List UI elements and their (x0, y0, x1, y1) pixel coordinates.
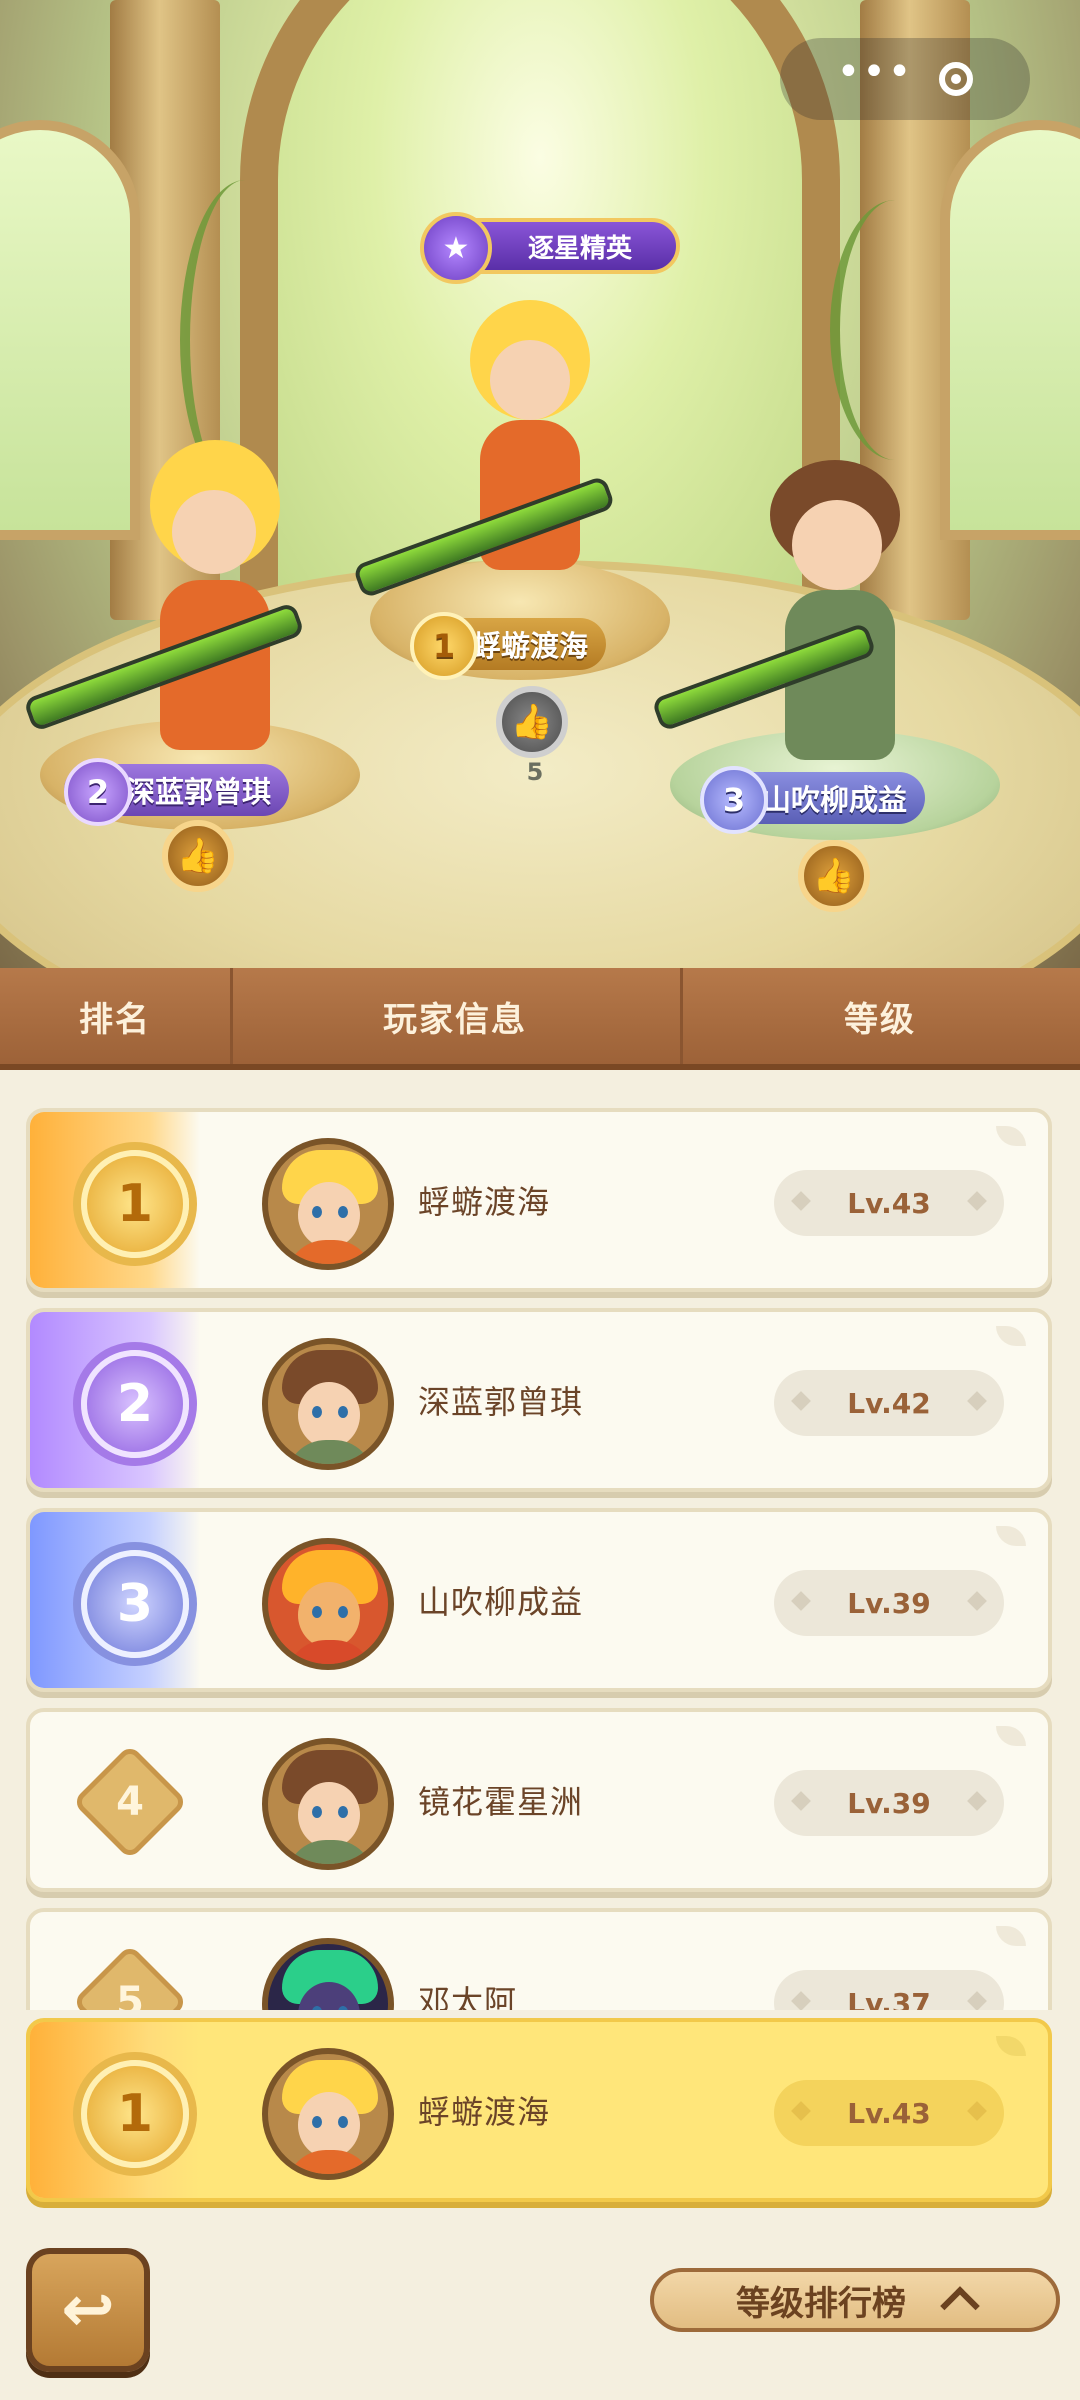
header-divider (230, 968, 233, 1064)
podium-name-second: 2 深蓝郭曾琪 (64, 758, 290, 826)
rank-diamond-icon: 5 (82, 1954, 178, 2010)
like-count-first: 5 (526, 758, 544, 786)
leaf-decoration (996, 1526, 1026, 1546)
blue-medal-icon: 3 (60, 1544, 210, 1664)
podium-title: 逐星精英 (527, 233, 632, 264)
purple-medal-icon: 2 (60, 1344, 210, 1464)
like-button-second[interactable]: 👍 (162, 820, 234, 892)
leaf-decoration (996, 1326, 1026, 1346)
level-badge: Lv.37 (774, 1970, 1004, 2010)
player-name: 邓太阿 (418, 1983, 518, 2010)
table-row[interactable]: 5 邓太阿 Lv.37 (26, 1908, 1052, 2010)
header-player: 玩家信息 (383, 999, 527, 1040)
back-arrow-icon: ↩ (61, 2273, 115, 2347)
avatar[interactable] (262, 1138, 394, 1270)
table-row[interactable]: 2 深蓝郭曾琪 Lv.42 (26, 1308, 1052, 1492)
more-dots-icon[interactable]: ••• (837, 52, 914, 92)
thumbs-up-icon: 👍 (812, 856, 856, 896)
podium-player-name: 蜉蝣渡海 (472, 629, 589, 663)
player-name: 山吹柳成益 (418, 1583, 584, 1621)
podium-name-third: 3 山吹柳成益 (700, 766, 926, 834)
header-level: 等级 (844, 999, 916, 1040)
podium-name-first: 1 蜉蝣渡海 (410, 612, 607, 680)
header-divider (680, 968, 683, 1064)
hero-second[interactable] (110, 430, 310, 760)
rank-badge-second: 2 (64, 758, 132, 826)
header-rank: 排名 (79, 999, 151, 1040)
avatar[interactable] (262, 1738, 394, 1870)
leaf-decoration (996, 1126, 1026, 1146)
avatar[interactable] (262, 1338, 394, 1470)
level-badge: Lv.43 (774, 1170, 1004, 1236)
leaderboard-header: 排名 玩家信息 等级 (0, 968, 1080, 1070)
avatar[interactable] (262, 1938, 394, 2010)
podium-scene: ★ 逐星精英 1 蜉蝣渡海 2 深蓝郭曾琪 3 山吹柳成益 👍 5 👍 👍 ••… (0, 0, 1080, 968)
leaderboard-selector[interactable]: 等级排行榜 (650, 2268, 1060, 2332)
chevron-up-icon (940, 2286, 980, 2326)
leaf-decoration (996, 1926, 1026, 1946)
vine-right (830, 200, 960, 460)
level-badge: Lv.39 (774, 1570, 1004, 1636)
podium-player-name: 山吹柳成益 (762, 783, 908, 817)
like-button-first[interactable]: 👍 (496, 686, 568, 758)
podium-title-banner: ★ 逐星精英 (420, 212, 680, 284)
leaderboard-selector-label: 等级排行榜 (736, 2283, 906, 2324)
player-name: 蜉蝣渡海 (418, 1183, 551, 1221)
table-row[interactable]: 3 山吹柳成益 Lv.39 (26, 1508, 1052, 1692)
podium-player-name: 深蓝郭曾琪 (126, 775, 272, 809)
player-name: 蜉蝣渡海 (418, 2093, 551, 2131)
like-button-third[interactable]: 👍 (798, 840, 870, 912)
leaf-decoration (996, 1726, 1026, 1746)
right-window (940, 120, 1080, 540)
leaf-decoration (996, 2036, 1026, 2056)
leaderboard-list[interactable]: 1 蜉蝣渡海 Lv.43 2 深蓝郭曾琪 Lv.42 3 山吹柳成益 Lv.39… (0, 1070, 1080, 2010)
rank-badge-first: 1 (410, 612, 478, 680)
miniprogram-capsule: ••• (780, 38, 1030, 120)
level-badge: Lv.42 (774, 1370, 1004, 1436)
rank-badge-third: 3 (700, 766, 768, 834)
rank-diamond-icon: 4 (82, 1754, 178, 1850)
gold-medal-icon: 1 (60, 2054, 210, 2174)
player-name: 深蓝郭曾琪 (418, 1383, 584, 1421)
player-name: 镜花霍星洲 (418, 1783, 584, 1821)
gold-medal-icon: 1 (60, 1144, 210, 1264)
my-rank-row[interactable]: 1 蜉蝣渡海 Lv.43 (26, 2018, 1052, 2202)
hero-third[interactable] (740, 450, 940, 770)
star-emblem-icon: ★ (420, 212, 492, 284)
level-badge: Lv.43 (774, 2080, 1004, 2146)
back-button[interactable]: ↩ (26, 2248, 150, 2372)
avatar[interactable] (262, 1538, 394, 1670)
table-row[interactable]: 1 蜉蝣渡海 Lv.43 (26, 1108, 1052, 1292)
avatar[interactable] (262, 2048, 394, 2180)
target-close-icon[interactable] (939, 62, 974, 96)
table-row[interactable]: 4 镜花霍星洲 Lv.39 (26, 1708, 1052, 1892)
thumbs-up-icon: 👍 (176, 836, 220, 876)
thumbs-up-icon: 👍 (510, 702, 554, 742)
level-badge: Lv.39 (774, 1770, 1004, 1836)
